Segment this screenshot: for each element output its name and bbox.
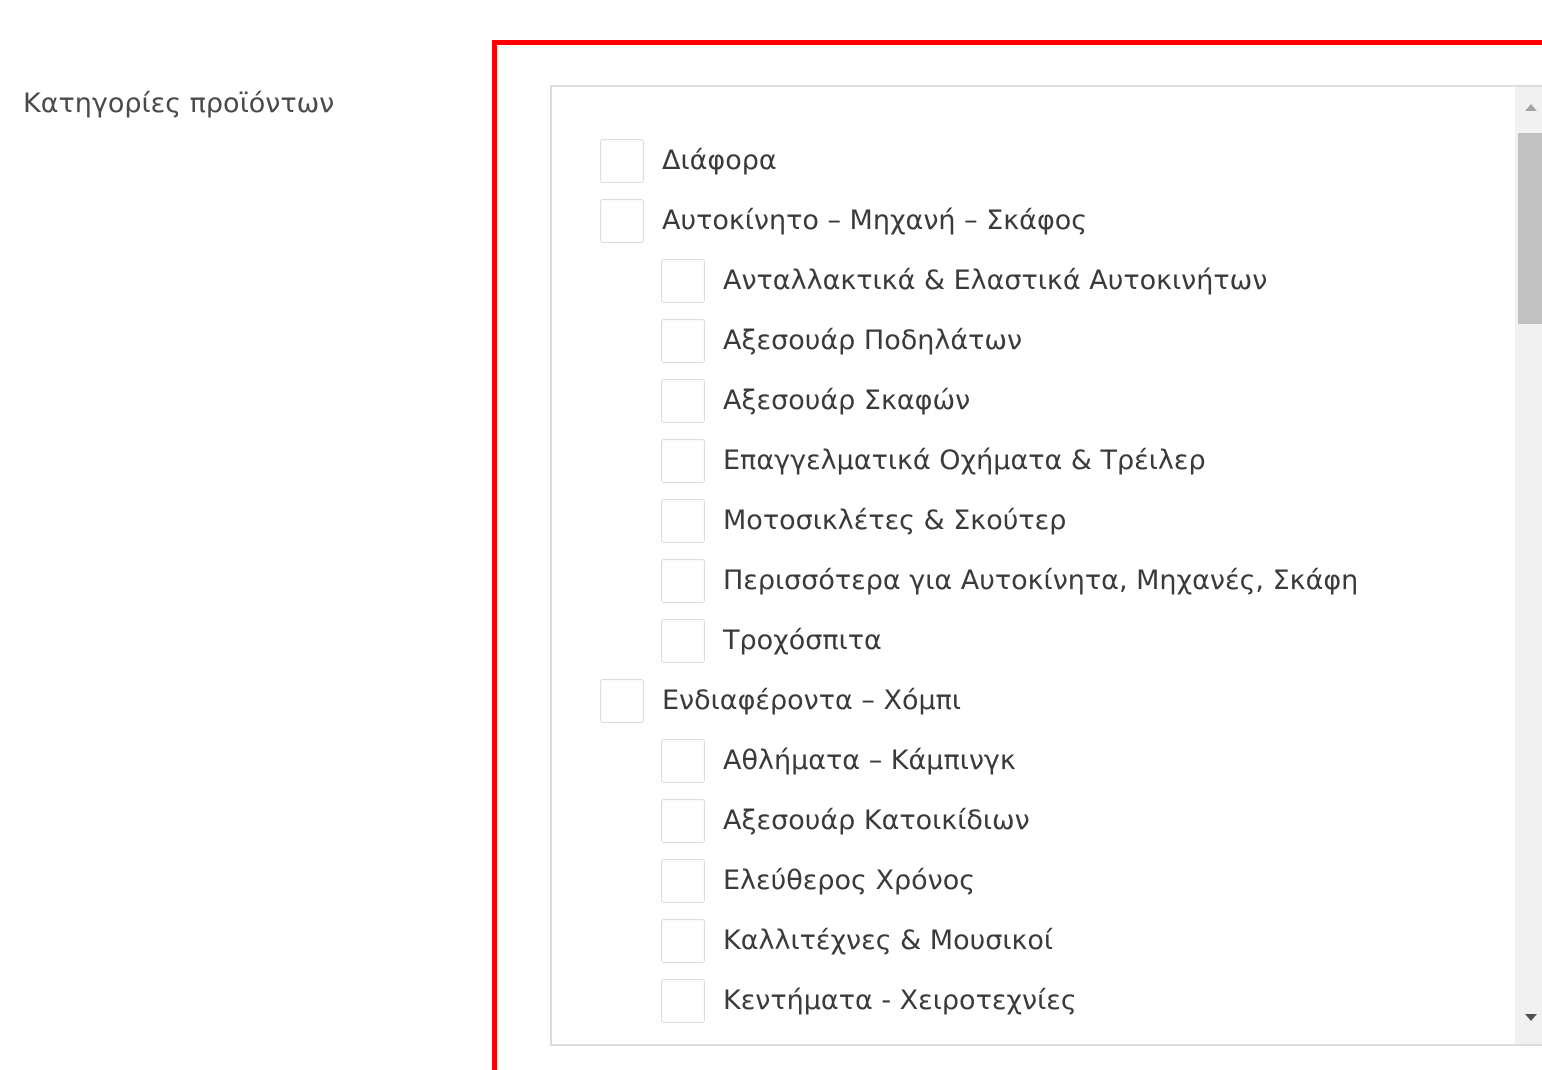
category-item[interactable]: Ενδιαφέροντα – Χόμπι (600, 678, 961, 724)
category-checkbox[interactable] (600, 139, 644, 183)
category-item[interactable]: Αξεσουάρ Ποδηλάτων (661, 318, 1022, 364)
category-checkbox[interactable] (661, 319, 705, 363)
category-checkbox[interactable] (600, 199, 644, 243)
field-label: Κατηγορίες προϊόντων (23, 88, 335, 119)
category-label: Ενδιαφέροντα – Χόμπι (662, 685, 962, 716)
category-checkbox[interactable] (661, 919, 705, 963)
category-checkbox[interactable] (600, 679, 644, 723)
category-item[interactable]: Ελεύθερος Χρόνος (661, 858, 975, 904)
category-item[interactable]: Αθλήματα – Κάμπινγκ (661, 738, 1016, 784)
category-label: Τροχόσπιτα (723, 625, 882, 656)
category-label: Μοτοσικλέτες & Σκούτερ (723, 505, 1067, 536)
category-checkbox[interactable] (661, 559, 705, 603)
category-label: Περισσότερα για Αυτοκίνητα, Μηχανές, Σκά… (723, 565, 1359, 596)
category-label: Αξεσουάρ Σκαφών (723, 385, 971, 416)
category-checkbox[interactable] (661, 799, 705, 843)
scroll-up-arrow-icon[interactable] (1525, 104, 1537, 111)
category-checkbox[interactable] (661, 859, 705, 903)
scrollbar-thumb[interactable] (1518, 133, 1542, 324)
category-item[interactable]: Μοτοσικλέτες & Σκούτερ (661, 498, 1066, 544)
category-checkbox[interactable] (661, 739, 705, 783)
category-label: Καλλιτέχνες & Μουσικοί (723, 925, 1054, 956)
category-item[interactable]: Αξεσουάρ Σκαφών (661, 378, 970, 424)
category-checkbox[interactable] (661, 979, 705, 1023)
category-label: Αξεσουάρ Κατοικίδιων (723, 805, 1030, 836)
category-item[interactable]: Αυτοκίνητο – Μηχανή – Σκάφος (600, 198, 1087, 244)
category-checkbox[interactable] (661, 439, 705, 483)
category-item[interactable]: Τροχόσπιτα (661, 618, 882, 664)
category-checkbox[interactable] (661, 259, 705, 303)
category-checklist[interactable]: Διάφορα Αυτοκίνητο – Μηχανή – Σκάφος Ανταλ… (550, 85, 1542, 1046)
category-label: Ανταλλακτικά & Ελαστικά Αυτοκινήτων (723, 265, 1268, 296)
category-label: Ελεύθερος Χρόνος (723, 865, 976, 896)
category-checkbox[interactable] (661, 499, 705, 543)
category-label: Κεντήματα - Χειροτεχνίες (723, 985, 1077, 1016)
page: Κατηγορίες προϊόντων Διάφορα Αυτοκίνητο –… (0, 0, 1542, 1070)
category-item[interactable]: Περισσότερα για Αυτοκίνητα, Μηχανές, Σκά… (661, 558, 1358, 604)
category-checkbox[interactable] (661, 379, 705, 423)
category-item[interactable]: Κεντήματα - Χειροτεχνίες (661, 978, 1077, 1024)
category-item[interactable]: Επαγγελματικά Οχήματα & Τρέιλερ (661, 438, 1206, 484)
category-label: Αθλήματα – Κάμπινγκ (723, 745, 1016, 776)
category-item[interactable]: Διάφορα (600, 138, 777, 184)
category-item[interactable]: Καλλιτέχνες & Μουσικοί (661, 918, 1053, 964)
category-item[interactable]: Ανταλλακτικά & Ελαστικά Αυτοκινήτων (661, 258, 1267, 304)
category-label: Επαγγελματικά Οχήματα & Τρέιλερ (723, 445, 1206, 476)
category-checkbox[interactable] (661, 619, 705, 663)
category-label: Διάφορα (662, 145, 777, 176)
category-label: Αυτοκίνητο – Μηχανή – Σκάφος (662, 205, 1088, 236)
category-item[interactable]: Αξεσουάρ Κατοικίδιων (661, 798, 1030, 844)
category-label: Αξεσουάρ Ποδηλάτων (723, 325, 1023, 356)
scroll-down-arrow-icon[interactable] (1525, 1014, 1537, 1021)
